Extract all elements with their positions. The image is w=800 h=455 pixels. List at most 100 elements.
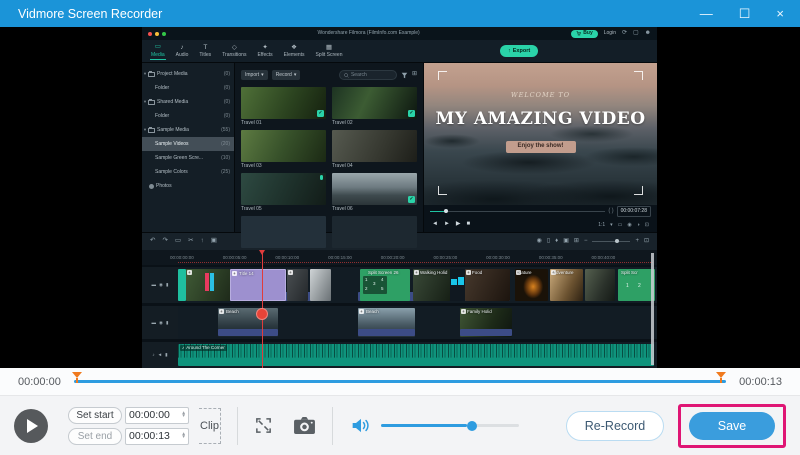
- buy-label: Buy: [583, 30, 592, 36]
- bottom-controls: Set start 00:00:00 ▴▾ Set end 00:00:13 ▴…: [0, 396, 800, 455]
- trim-track[interactable]: [74, 380, 726, 383]
- set-start-row: Set start 00:00:00 ▴▾: [68, 407, 189, 424]
- volume-knob[interactable]: [467, 421, 477, 431]
- media-item: ✓ Travel 02: [332, 87, 417, 127]
- play-button[interactable]: [14, 409, 48, 443]
- timeline-tracks: ▬ ◉ ▮ +: [142, 265, 657, 368]
- tab-effects: ✦ Effects: [256, 43, 273, 60]
- tab-audio: ♪ Audio: [175, 43, 190, 60]
- step-back-icon: ◄: [432, 221, 438, 229]
- filmora-titlebar: Wondershare Filmora (FilmInfo.com Exampl…: [142, 27, 657, 40]
- folder-icon: [148, 72, 155, 77]
- save-highlight-box: Save: [678, 404, 786, 448]
- tab-split-screen: ▦ Split Screen: [315, 43, 344, 60]
- snapshot-icon: ◉: [627, 222, 631, 228]
- zoom-out-icon: −: [584, 238, 588, 246]
- re-record-button[interactable]: Re-Record: [566, 411, 664, 441]
- playhead-handle: [256, 308, 268, 320]
- ruler-label: 00:00:40:00: [592, 255, 645, 261]
- eye-icon: ◉: [159, 282, 163, 288]
- media-thumbnail-grid: ✓ Travel 01 ✓ Travel 02 Travel: [241, 87, 417, 248]
- track-content: + Beach + Beach + Family Holid: [178, 306, 657, 339]
- preview-transport-controls: ◄ ► ▶ ■ 1:1 ▾ ▭ ◉ ◑ ⊡: [424, 218, 657, 232]
- set-end-button[interactable]: Set end: [68, 428, 122, 445]
- media-item: Travel 03: [241, 130, 326, 170]
- media-item: [241, 216, 326, 248]
- redo-icon: ↷: [162, 237, 167, 245]
- mark-in-out-icons: ( ): [608, 208, 613, 216]
- fullscreen-button[interactable]: [254, 416, 273, 435]
- media-item: Travel 05: [241, 173, 326, 213]
- timeline-zoom-slider: [592, 241, 630, 243]
- filmora-main: ▾ Project Media(0) Folder(0) ▾ Shared Me…: [142, 63, 657, 232]
- trim-start-handle[interactable]: [72, 372, 82, 384]
- record-voiceover-icon: ◉: [537, 238, 542, 246]
- speaker-track-icon: ◄: [158, 352, 162, 358]
- zoom-fit-icon: ⊡: [644, 238, 649, 246]
- window-title: Vidmore Screen Recorder: [18, 7, 162, 21]
- spinner-arrows[interactable]: ▴▾: [182, 412, 185, 418]
- divider: [237, 407, 238, 445]
- color-icon: ◑: [637, 222, 640, 228]
- split-screen-icon: ▦: [326, 45, 332, 52]
- mac-minimize-icon: [155, 32, 159, 36]
- selection-corner: [438, 186, 447, 195]
- media-item: Travel 04: [332, 130, 417, 170]
- eye-icon: ◉: [159, 320, 163, 326]
- close-button[interactable]: ×: [776, 7, 784, 20]
- title-overlay-headline: MY AMAZING VIDEO: [424, 109, 657, 130]
- color-bar: [210, 273, 214, 291]
- timeline-clip: [178, 269, 186, 301]
- check-icon: ✓: [317, 110, 324, 117]
- volume-control: [351, 417, 519, 434]
- sidebar-item-folder: Folder(0): [142, 109, 234, 123]
- filmora-preview-panel: WELCOME TO MY AMAZING VIDEO Enjoy the sh…: [424, 63, 657, 232]
- video-thumbnail: [241, 130, 326, 162]
- minimize-button[interactable]: —: [700, 7, 713, 20]
- video-thumbnail: [241, 173, 326, 205]
- volume-slider[interactable]: [381, 424, 519, 427]
- video-thumbnail: [332, 130, 417, 162]
- plus-icon: +: [219, 309, 224, 314]
- track-content: + + Title 14 + Split Sc: [178, 267, 657, 303]
- plus-icon: +: [466, 270, 471, 275]
- spinner-arrows[interactable]: ▴▾: [182, 433, 185, 439]
- plus-icon: +: [414, 270, 419, 275]
- monitor-icon: ▭: [618, 222, 623, 228]
- track-header: ♪ ◄ ▮: [142, 342, 178, 368]
- timeline-clip: [585, 269, 615, 301]
- set-start-button[interactable]: Set start: [68, 407, 122, 424]
- music-note-icon: ♪: [182, 345, 184, 351]
- tab-media: ▭ Media: [150, 42, 166, 60]
- import-button: Import ▾: [241, 70, 268, 80]
- ruler-label: 00:00:30:00: [486, 255, 539, 261]
- window-controls: — ☐ ×: [700, 7, 784, 20]
- ruler-label: 00:00:05:00: [223, 255, 276, 261]
- end-time-field[interactable]: 00:00:13 ▴▾: [125, 428, 189, 445]
- refresh-icon: ⟳: [622, 30, 627, 38]
- titlebar: Vidmore Screen Recorder — ☐ ×: [0, 0, 800, 27]
- ruler-label: 00:00:00:00: [170, 255, 223, 261]
- clip-audio-strip: [460, 329, 512, 336]
- filmora-tab-bar: ▭ Media ♪ Audio T Titles ◇ Transitions ✦: [142, 40, 657, 63]
- maximize-button[interactable]: ☐: [739, 7, 751, 20]
- clip-audio-strip: [358, 329, 415, 336]
- mac-close-icon: [148, 32, 152, 36]
- effects-icon: ✦: [262, 45, 267, 52]
- device-icon: ▯: [547, 238, 550, 246]
- camera-icon: [293, 416, 316, 435]
- save-button[interactable]: Save: [689, 412, 775, 440]
- audio-icon: ♪: [180, 45, 183, 52]
- video-thumbnail: [332, 216, 417, 248]
- tab-transitions: ◇ Transitions: [221, 43, 247, 60]
- divider: [332, 407, 333, 445]
- layout-icon: ▢: [633, 30, 639, 38]
- start-time-field[interactable]: 00:00:00 ▴▾: [125, 407, 189, 424]
- screenshot-button[interactable]: [293, 416, 316, 435]
- stop-icon: ■: [467, 221, 471, 229]
- timeline-clip: + Beach: [218, 308, 278, 337]
- speaker-icon[interactable]: [351, 417, 371, 434]
- ruler-label: 00:00:20:00: [381, 255, 434, 261]
- preview-scrubber: ( ) 00:00:07:28: [424, 205, 657, 218]
- trim-end-handle[interactable]: [716, 372, 726, 384]
